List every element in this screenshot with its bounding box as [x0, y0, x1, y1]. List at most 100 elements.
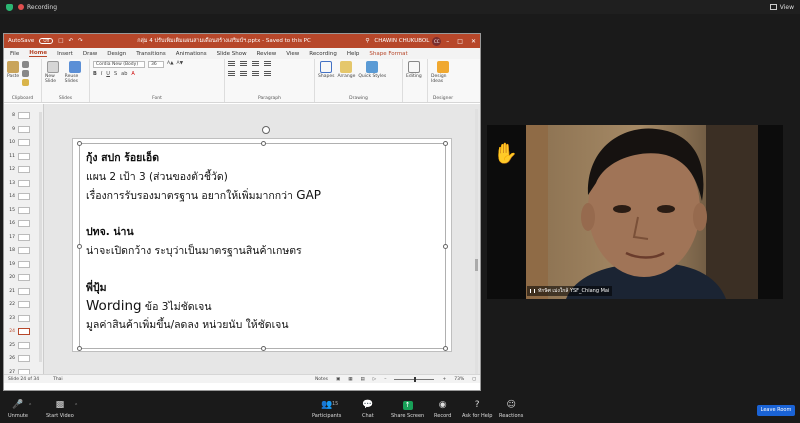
thumbnail-item[interactable]: 17 [6, 233, 30, 241]
ask-for-help-button[interactable]: ? Ask for Help [462, 401, 492, 420]
thumbnail-item[interactable]: 8 [6, 112, 30, 119]
font-size-select[interactable]: 36 [148, 61, 164, 68]
thumbnail-item-active[interactable]: 24 [6, 328, 30, 335]
tab-slide-show[interactable]: Slide Show [217, 51, 247, 57]
scroll-thumb[interactable] [475, 259, 478, 271]
participant-video-tile[interactable]: ✋ ทักษิศ เม่งใกล้ YSF_Chiang Mai [487, 125, 783, 299]
rotate-handle[interactable] [262, 126, 270, 134]
resize-handle[interactable] [261, 141, 266, 146]
tab-shape-format[interactable]: Shape Format [369, 51, 407, 57]
paste-button[interactable]: Paste [7, 61, 19, 79]
arrange-button[interactable]: Arrange [337, 61, 355, 79]
chat-button[interactable]: 💬 Chat [362, 401, 374, 420]
resize-handle[interactable] [77, 346, 82, 351]
thumbnail-item[interactable]: 12 [6, 166, 30, 173]
justify-icon[interactable] [264, 71, 271, 76]
thumbnail-item[interactable]: 13 [6, 179, 30, 187]
tab-view[interactable]: View [286, 51, 299, 57]
align-center-icon[interactable] [240, 71, 247, 76]
new-slide-button[interactable]: New Slide [45, 61, 62, 84]
minimize-icon[interactable]: – [446, 38, 449, 45]
bold-icon[interactable]: B [93, 71, 97, 77]
shrink-font-icon[interactable]: A▼ [177, 61, 184, 68]
share-screen-button[interactable]: ↑ Share Screen [391, 401, 424, 419]
strikethrough-icon[interactable]: ab [121, 71, 127, 77]
zoom-out-icon[interactable]: – [384, 377, 386, 382]
thumbnail-scrollbar[interactable] [39, 112, 42, 362]
close-icon[interactable]: ✕ [471, 38, 476, 45]
chevron-up-icon[interactable]: ⌃ [28, 403, 32, 409]
unmute-button[interactable]: 🎤 Unmute ⌃ [8, 401, 32, 420]
resize-handle[interactable] [261, 346, 266, 351]
font-color-icon[interactable]: A [131, 71, 134, 77]
thumbnail-item[interactable]: 18 [6, 247, 30, 254]
tab-home[interactable]: Home [29, 50, 48, 57]
reactions-button[interactable]: ☺ Reactions [499, 401, 523, 420]
align-left-icon[interactable] [228, 71, 235, 76]
underline-icon[interactable]: U [106, 71, 110, 77]
thumbnail-item[interactable]: 19 [6, 260, 30, 268]
tab-review[interactable]: Review [257, 51, 277, 57]
autosave-toggle[interactable]: Off [39, 38, 54, 44]
thumbnail-item[interactable]: 21 [6, 287, 30, 295]
reading-view-icon[interactable]: ▤ [360, 377, 364, 382]
tab-transitions[interactable]: Transitions [136, 51, 165, 57]
resize-handle[interactable] [443, 346, 448, 351]
fit-to-window-icon[interactable]: ◻ [472, 377, 476, 382]
thumbnail-item[interactable]: 16 [6, 220, 30, 227]
tab-file[interactable]: File [10, 51, 19, 57]
bullets-icon[interactable] [228, 61, 235, 66]
thumbnail-item[interactable]: 14 [6, 193, 30, 200]
normal-view-icon[interactable]: ▣ [336, 377, 340, 382]
zoom-slider[interactable] [394, 376, 435, 382]
selected-text-box[interactable]: กุ้ง สปก ร้อยเอ็ด แผน 2 เป้า 3 (ส่วนของต… [77, 126, 448, 351]
thumbnail-item[interactable]: 9 [6, 125, 30, 133]
italic-icon[interactable]: I [101, 71, 102, 77]
grow-font-icon[interactable]: A▲ [167, 61, 174, 68]
tab-recording[interactable]: Recording [309, 51, 337, 57]
zoom-in-icon[interactable]: + [442, 377, 446, 382]
numbering-icon[interactable] [240, 61, 247, 66]
resize-handle[interactable] [443, 141, 448, 146]
save-icon[interactable]: □ [58, 38, 63, 44]
editing-button[interactable]: Editing [406, 61, 422, 79]
chevron-up-icon[interactable]: ⌃ [74, 403, 78, 409]
zoom-slider-thumb[interactable] [414, 376, 417, 382]
tab-animations[interactable]: Animations [176, 51, 207, 57]
record-button[interactable]: ◉ Record [434, 401, 451, 420]
resize-handle[interactable] [77, 244, 82, 249]
shapes-button[interactable]: Shapes [318, 61, 334, 79]
slideshow-icon[interactable]: ▷ [373, 377, 376, 382]
tab-design[interactable]: Design [107, 51, 126, 57]
tab-help[interactable]: Help [347, 51, 360, 57]
thumbnail-item[interactable]: 23 [6, 314, 30, 322]
participants-button[interactable]: 👥 Participants 15 [312, 401, 341, 420]
copy-icon[interactable] [22, 70, 30, 77]
thumbnail-item[interactable]: 25 [6, 341, 30, 349]
undo-icon[interactable]: ↶ [68, 38, 73, 44]
format-painter-icon[interactable] [22, 79, 30, 86]
thumbnail-item[interactable]: 11 [6, 152, 30, 160]
start-video-button[interactable]: ▩ Start Video ⌃ [46, 401, 78, 420]
slide-scrollbar[interactable] [475, 109, 478, 379]
leave-room-button[interactable]: Leave Room [757, 405, 795, 416]
maximize-icon[interactable]: □ [457, 38, 463, 45]
thumbnail-item[interactable]: 22 [6, 301, 30, 308]
redo-icon[interactable]: ↷ [78, 38, 83, 44]
thumbnail-item[interactable]: 10 [6, 139, 30, 146]
search-icon[interactable]: ⚲ [365, 38, 369, 44]
language-indicator[interactable]: Thai [53, 377, 63, 382]
recording-indicator[interactable]: Recording [18, 4, 57, 11]
resize-handle[interactable] [443, 244, 448, 249]
view-button[interactable]: View [769, 4, 794, 11]
thumbnail-item[interactable]: 20 [6, 274, 30, 281]
thumbnail-item[interactable]: 26 [6, 355, 30, 362]
sorter-view-icon[interactable]: ▦ [348, 377, 352, 382]
tab-insert[interactable]: Insert [57, 51, 73, 57]
quick-styles-button[interactable]: Quick Styles [358, 61, 386, 79]
user-account[interactable]: CHAWIN CHUKUBOL CC [374, 36, 442, 46]
design-ideas-button[interactable]: Design Ideas [431, 61, 455, 84]
align-right-icon[interactable] [252, 71, 259, 76]
font-name-select[interactable]: Cordia New (Body) [93, 61, 145, 68]
zoom-level[interactable]: 73% [454, 377, 464, 382]
